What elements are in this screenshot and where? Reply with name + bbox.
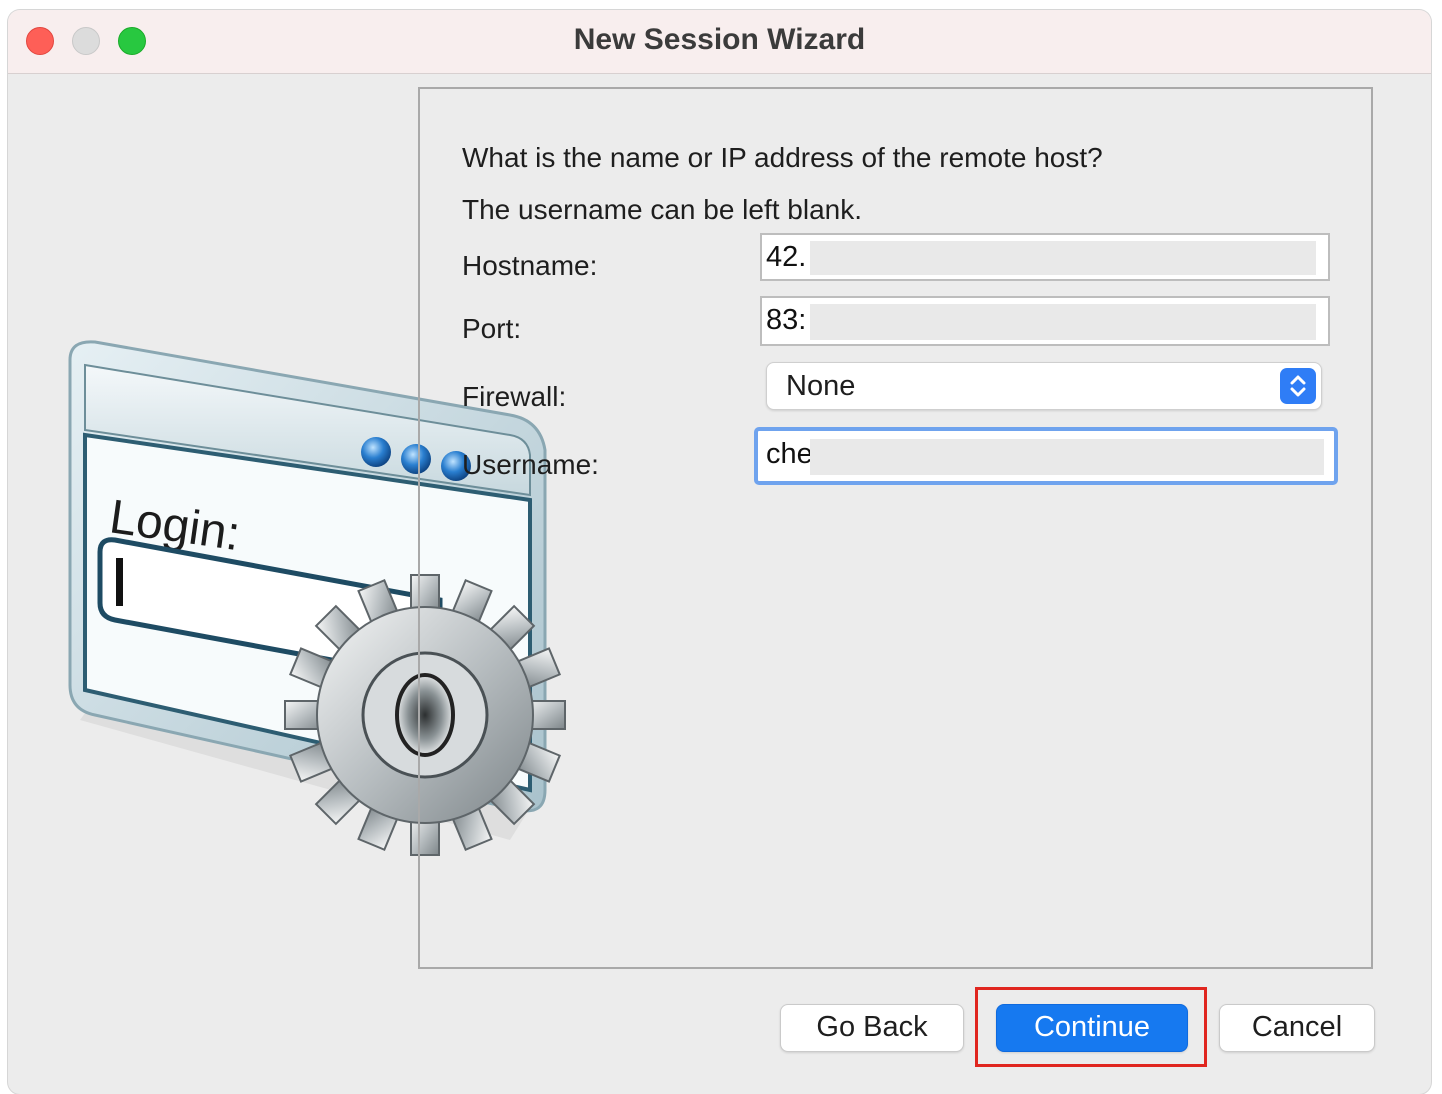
port-value: 83: bbox=[766, 304, 807, 336]
go-back-button[interactable]: Go Back bbox=[780, 1004, 964, 1052]
prompt-hint: The username can be left blank. bbox=[462, 194, 863, 225]
title-bar: New Session Wizard bbox=[8, 10, 1431, 74]
firewall-select[interactable]: None bbox=[766, 362, 1322, 410]
username-value: che bbox=[766, 438, 813, 470]
hostname-field[interactable]: 42. bbox=[760, 233, 1330, 281]
hostname-label: Hostname: bbox=[462, 250, 598, 281]
hostname-value: 42. bbox=[766, 241, 807, 273]
prompt-text: What is the name or IP address of the re… bbox=[462, 142, 1103, 173]
window-dot-icon bbox=[361, 437, 391, 467]
redaction-mask bbox=[810, 439, 1324, 475]
chevron-up-down-icon bbox=[1280, 368, 1316, 404]
redaction-mask bbox=[810, 304, 1316, 340]
highlight-box bbox=[975, 987, 1207, 1067]
username-field[interactable]: che bbox=[754, 427, 1338, 485]
cancel-button[interactable]: Cancel bbox=[1219, 1004, 1375, 1052]
window-title: New Session Wizard bbox=[573, 23, 866, 56]
port-field[interactable]: 83: bbox=[760, 296, 1330, 346]
redaction-mask bbox=[810, 241, 1316, 275]
username-label: Username: bbox=[462, 449, 599, 480]
firewall-label: Firewall: bbox=[462, 381, 567, 412]
port-label: Port: bbox=[462, 313, 522, 344]
firewall-selected-value: None bbox=[786, 370, 856, 402]
